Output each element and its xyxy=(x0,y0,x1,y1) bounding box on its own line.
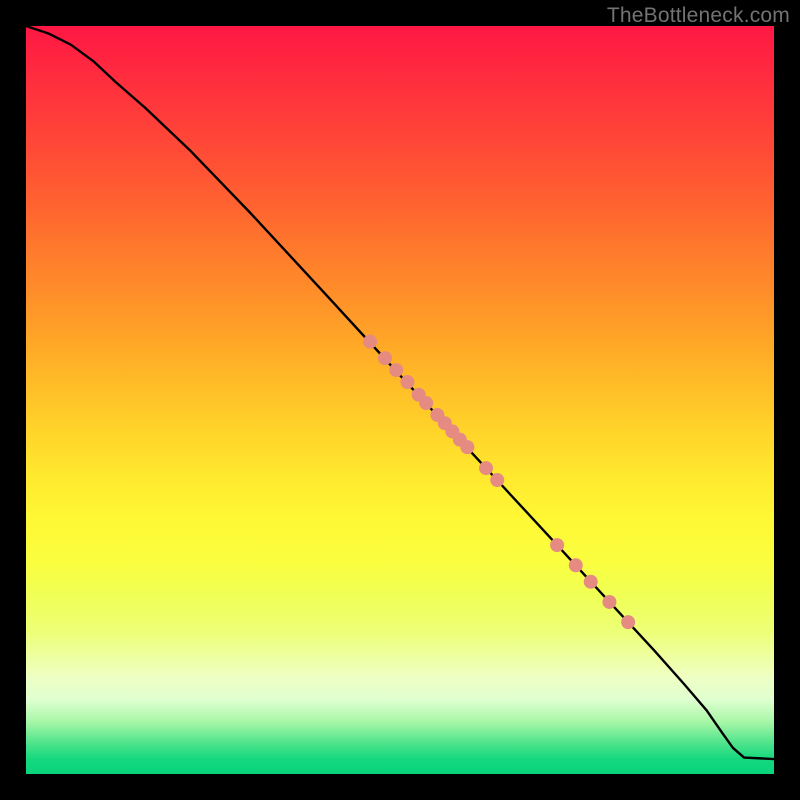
chart-svg-layer xyxy=(26,26,774,774)
marker-dot xyxy=(400,375,414,389)
marker-group xyxy=(363,335,635,629)
marker-dot xyxy=(621,615,635,629)
marker-dot xyxy=(490,473,504,487)
marker-dot xyxy=(479,461,493,475)
watermark-text: TheBottleneck.com xyxy=(607,4,790,28)
marker-dot xyxy=(378,351,392,365)
marker-dot xyxy=(569,558,583,572)
curve-line xyxy=(26,26,774,759)
marker-dot xyxy=(550,538,564,552)
marker-dot xyxy=(602,595,616,609)
marker-dot xyxy=(419,396,433,410)
marker-dot xyxy=(460,440,474,454)
marker-dot xyxy=(584,575,598,589)
chart-plot-area xyxy=(26,26,774,774)
marker-dot xyxy=(363,335,377,349)
chart-stage: TheBottleneck.com xyxy=(0,0,800,800)
marker-dot xyxy=(389,363,403,377)
